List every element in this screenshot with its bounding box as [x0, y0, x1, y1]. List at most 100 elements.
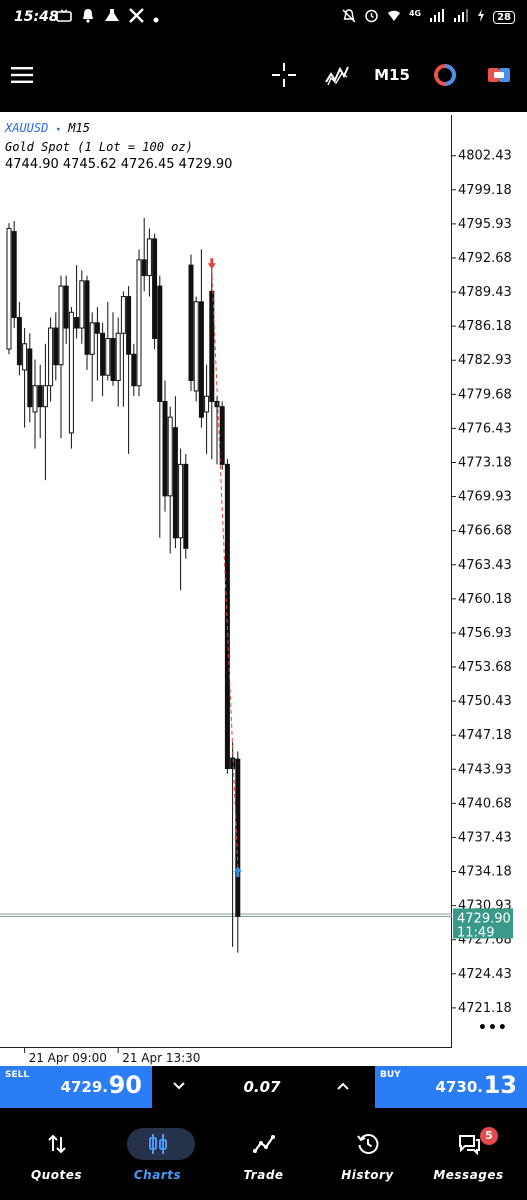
charging-icon [477, 9, 485, 26]
nav-history-label: History [341, 1168, 394, 1182]
bar-countdown-label: 11:49 [457, 925, 494, 940]
symbol-dropdown-icon[interactable]: ▾ [56, 125, 61, 135]
status-system-icons: 4G 28 [342, 8, 515, 27]
one-click-trading-button[interactable] [486, 60, 512, 90]
crosshair-button[interactable] [270, 60, 298, 90]
nav-charts[interactable]: Charts [105, 1110, 210, 1200]
indicator-icon [325, 66, 349, 86]
x-axis-tick-label: 21 Apr 09:00 [29, 1051, 107, 1065]
candle-bull [42, 385, 48, 408]
nav-charts-label: Charts [133, 1168, 182, 1182]
candle-bear [152, 238, 158, 340]
tv-icon [56, 8, 72, 27]
y-axis-tick-label: 4766.68 [458, 524, 512, 539]
status-time: 15:48 [14, 9, 59, 25]
y-axis-tick-label: 4773.18 [458, 455, 512, 470]
chart-symbol[interactable]: XAUUSD [5, 121, 48, 135]
candle-bull [178, 463, 184, 539]
y-axis-tick-label: 4753.68 [458, 660, 512, 675]
indicators-button[interactable] [324, 60, 350, 90]
nav-history[interactable]: History [315, 1110, 420, 1200]
sell-marker-stem [210, 258, 214, 265]
y-axis-tick-label: 4737.43 [458, 830, 512, 845]
y-axis-tick-label: 4763.43 [458, 558, 512, 573]
candle-bear [198, 301, 204, 418]
candle-bear [11, 231, 17, 319]
timeframe-button[interactable]: M15 [374, 60, 410, 90]
y-axis-tick-label: 4747.18 [458, 728, 512, 743]
bell-icon [81, 8, 95, 27]
chart-timeframe-label: M15 [68, 121, 90, 135]
candle-bull [193, 301, 199, 392]
price-chart[interactable]: 4802.43 4799.18 4795.93 4792.68 4789.43 4786.… [0, 112, 527, 1066]
y-axis-tick-label: 4782.93 [458, 353, 512, 368]
candle-bear [74, 317, 80, 329]
y-axis-tick-label: 4724.43 [458, 967, 512, 982]
more-button[interactable]: ••• [478, 1020, 508, 1036]
y-axis-tick-label: 4760.18 [458, 592, 512, 607]
candle-bear [214, 400, 220, 408]
sell-label: SELL [5, 1070, 30, 1080]
nav-messages-label: Messages [433, 1168, 504, 1182]
chart-ohlc: 4744.90 4745.62 4726.45 4729.90 [5, 157, 233, 172]
history-icon [315, 1130, 420, 1158]
candle-bear [230, 757, 236, 770]
volume-input[interactable]: 0.07 [222, 1078, 302, 1096]
candle-bear [141, 259, 147, 277]
sell-price-main: 4729. [60, 1078, 108, 1096]
candle-bear [188, 264, 194, 381]
y-axis-tick-label: 4721.18 [458, 1001, 512, 1016]
y-axis-tick-label: 4769.93 [458, 490, 512, 505]
y-axis-tick-label: 4756.93 [458, 626, 512, 641]
hamburger-icon [11, 67, 33, 83]
alarm-icon [364, 8, 379, 27]
trade-icon [211, 1130, 316, 1158]
sell-price-big: 90 [108, 1071, 142, 1099]
candle-bull [136, 259, 142, 387]
menu-button[interactable] [10, 60, 34, 90]
candle-bull [120, 296, 126, 334]
wifi-icon [387, 9, 401, 27]
candle-bull [89, 322, 95, 355]
y-axis-tick-label: 4792.68 [458, 251, 512, 266]
candle-bull [115, 332, 121, 381]
candle-bear [110, 338, 116, 381]
y-axis-tick-label: 4743.93 [458, 762, 512, 777]
status-notification-icons [56, 8, 159, 27]
candle-bear [37, 385, 43, 408]
y-axis-tick-label: 4779.68 [458, 387, 512, 402]
candle-bear [172, 427, 178, 539]
status-bar: 15:48 4G 28 [0, 0, 527, 38]
candle-bear [27, 348, 33, 408]
candle-bull [105, 338, 111, 376]
y-axis-tick-label: 4750.43 [458, 694, 512, 709]
bottom-navigation: Quotes Charts Trade History 5 Messages [0, 1110, 527, 1200]
candle-bull [167, 416, 173, 497]
candle-bear [53, 327, 59, 366]
objects-button[interactable] [432, 60, 458, 90]
y-axis-tick-label: 4786.18 [458, 319, 512, 334]
candle-bear [162, 400, 168, 497]
candle-bull [204, 395, 210, 413]
candle-bear [84, 280, 90, 355]
one-click-trade-icon [488, 68, 510, 82]
candle-bull [22, 343, 28, 371]
nav-quotes[interactable]: Quotes [4, 1110, 109, 1200]
volume-increase-button[interactable] [336, 1076, 350, 1095]
buy-price-big: 13 [483, 1071, 517, 1099]
chart-area[interactable]: 4802.43 4799.18 4795.93 4792.68 4789.43 4786.… [0, 112, 527, 1066]
buy-marker-stem [236, 871, 240, 878]
chart-toolbar: M15 [0, 38, 527, 112]
buy-button[interactable]: BUY 4730. 13 [375, 1066, 527, 1108]
y-axis-tick-label: 4789.43 [458, 285, 512, 300]
x-icon [129, 8, 144, 27]
quotes-icon [4, 1130, 109, 1158]
candle-bear [63, 285, 69, 329]
buy-price-main: 4730. [435, 1078, 483, 1096]
volume-decrease-button[interactable] [172, 1076, 186, 1095]
nav-trade[interactable]: Trade [211, 1110, 316, 1200]
sell-button[interactable]: SELL 4729. 90 [0, 1066, 152, 1108]
candle-bull [58, 285, 64, 366]
nav-messages[interactable]: 5 Messages [416, 1110, 521, 1200]
mute-icon [342, 8, 356, 27]
